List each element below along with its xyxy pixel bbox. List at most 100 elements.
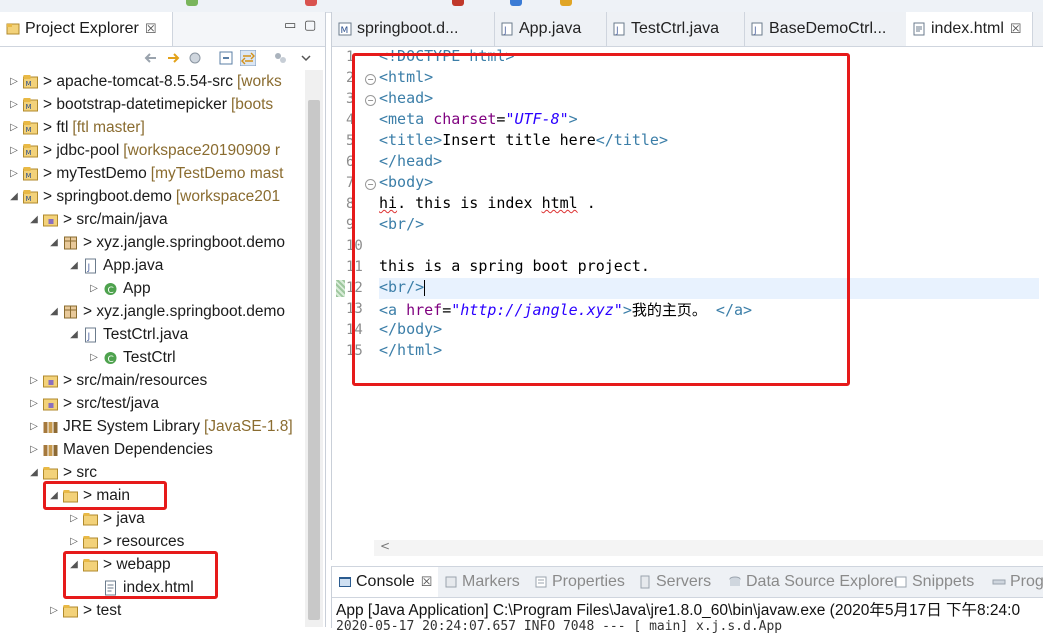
build-icon[interactable] <box>510 0 522 6</box>
editor-horizontal-scrollbar[interactable]: < <box>374 539 1043 556</box>
tab-servers[interactable]: Servers <box>632 567 711 597</box>
collapsed-arrow-icon[interactable]: ▷ <box>68 536 80 547</box>
collapsed-arrow-icon[interactable]: ▷ <box>28 444 40 455</box>
close-icon[interactable]: ☒ <box>1010 21 1022 37</box>
tab-springboot-demo[interactable]: M springboot.d... <box>332 12 495 46</box>
back-arrow-icon[interactable] <box>143 50 159 66</box>
debug-icon[interactable] <box>452 0 464 6</box>
scroll-left-icon[interactable]: < <box>380 539 390 553</box>
code-line-1: <!DOCTYPE html> <box>379 47 514 68</box>
svg-text:M: M <box>26 126 32 134</box>
collapsed-arrow-icon[interactable]: ▷ <box>8 122 20 133</box>
collapsed-arrow-icon[interactable]: ▷ <box>88 283 100 294</box>
scrollbar-thumb[interactable] <box>308 100 320 620</box>
expanded-arrow-icon[interactable]: ◢ <box>68 329 80 340</box>
focus-icon[interactable] <box>272 50 288 66</box>
tab-console[interactable]: Console ☒ <box>332 567 438 597</box>
expanded-arrow-icon[interactable]: ◢ <box>28 214 40 225</box>
tree-item[interactable]: ▷ M > ftl [ftl master] <box>8 116 145 139</box>
link-with-editor-icon[interactable] <box>240 50 256 66</box>
tree-item[interactable]: ▷ > java <box>68 507 145 530</box>
tab-testctrl-java[interactable]: J TestCtrl.java <box>606 12 745 46</box>
stop-icon[interactable] <box>305 0 317 6</box>
fold-toggle-icon[interactable]: − <box>365 179 376 190</box>
tree-item[interactable]: ▷ M > jdbc-pool [workspace20190909 r <box>8 139 280 162</box>
tree-item-label: > myTestDemo <box>43 164 147 182</box>
project-icon: M <box>23 74 38 88</box>
expanded-arrow-icon[interactable]: ◢ <box>68 260 80 271</box>
tree-item[interactable]: ▷ > test <box>48 599 121 622</box>
tag-token: </title> <box>595 131 668 149</box>
tab-progress[interactable]: Prog <box>986 567 1043 597</box>
tree-item[interactable]: ◢ > xyz.jangle.springboot.demo <box>48 300 285 323</box>
tree-item[interactable]: ▷ > src/main/resources <box>28 369 207 392</box>
tree-item[interactable]: ◢ > main <box>48 484 130 507</box>
tab-properties[interactable]: Properties <box>528 567 625 597</box>
expanded-arrow-icon[interactable]: ◢ <box>68 559 80 570</box>
tree-item[interactable]: ◢ > src <box>28 461 97 484</box>
svg-text:J: J <box>87 263 91 273</box>
package-icon[interactable] <box>560 0 572 6</box>
fold-toggle-icon[interactable]: − <box>365 95 376 106</box>
tab-snippets[interactable]: Snippets <box>888 567 974 597</box>
tab-markers[interactable]: Markers <box>438 567 520 597</box>
collapsed-arrow-icon[interactable]: ▷ <box>28 375 40 386</box>
expanded-arrow-icon[interactable]: ◢ <box>28 467 40 478</box>
tree-item-label: > jdbc-pool <box>43 141 120 159</box>
project-icon: M <box>23 97 38 111</box>
tree-item[interactable]: ◢ > xyz.jangle.springboot.demo <box>48 231 285 254</box>
minimize-icon[interactable]: ▭ <box>284 18 296 33</box>
tree-vertical-scrollbar[interactable] <box>305 70 323 627</box>
tab-app-java[interactable]: J App.java <box>494 12 607 46</box>
tab-index-html[interactable]: index.html ☒ <box>906 12 1033 46</box>
tree-item[interactable]: index.html <box>88 576 194 599</box>
tree-item-label: > bootstrap-datetimepicker <box>43 95 227 113</box>
collapsed-arrow-icon[interactable]: ▷ <box>8 99 20 110</box>
collapsed-arrow-icon[interactable]: ▷ <box>8 168 20 179</box>
tree-item[interactable]: ▷ M > myTestDemo [myTestDemo mast <box>8 162 283 185</box>
collapsed-arrow-icon[interactable]: ▷ <box>8 76 20 87</box>
line-number: 13 <box>346 301 363 317</box>
tree-item-label: Maven Dependencies <box>63 440 213 458</box>
tab-label: Markers <box>462 573 520 590</box>
expanded-arrow-icon[interactable]: ◢ <box>48 237 60 248</box>
tree-item[interactable]: ▷ Maven Dependencies <box>28 438 213 461</box>
collapsed-arrow-icon[interactable]: ▷ <box>48 605 60 616</box>
tree-item[interactable]: ◢ > webapp <box>68 553 171 576</box>
tree-item[interactable]: ▷ M > bootstrap-datetimepicker [boots <box>8 93 273 116</box>
fold-toggle-icon[interactable]: − <box>365 74 376 85</box>
tree-item[interactable]: ▷ JRE System Library [JavaSE-1.8] <box>28 415 293 438</box>
tree-item[interactable]: ▷ M > apache-tomcat-8.5.54-src [works <box>8 70 282 93</box>
view-menu-icon[interactable] <box>298 50 314 66</box>
expanded-arrow-icon[interactable]: ◢ <box>48 490 60 501</box>
source-folder-icon <box>43 375 58 387</box>
collapse-all-icon[interactable] <box>218 50 234 66</box>
tree-item[interactable]: ◢ J App.java <box>68 254 163 277</box>
console-panel: Console ☒ Markers Properties Servers Dat… <box>331 566 1043 634</box>
tree-item[interactable]: ◢ M > springboot.demo [workspace201 <box>8 185 280 208</box>
tree-item[interactable]: ◢ > src/main/java <box>28 208 168 231</box>
code-area[interactable]: <!DOCTYPE html> <html> <head> <meta char… <box>379 47 1039 547</box>
collapsed-arrow-icon[interactable]: ▷ <box>68 513 80 524</box>
tab-project-explorer[interactable]: Project Explorer ☒ <box>0 12 173 46</box>
tree-item[interactable]: ◢ J TestCtrl.java <box>68 323 188 346</box>
close-icon[interactable]: ☒ <box>145 22 157 37</box>
collapsed-arrow-icon[interactable]: ▷ <box>28 421 40 432</box>
close-icon[interactable]: ☒ <box>421 574 433 590</box>
tree-item[interactable]: ▷ C TestCtrl <box>88 346 175 369</box>
home-icon[interactable] <box>187 50 203 66</box>
collapsed-arrow-icon[interactable]: ▷ <box>88 352 100 363</box>
tree-item[interactable]: ▷ C App <box>88 277 150 300</box>
expanded-arrow-icon[interactable]: ◢ <box>8 191 20 202</box>
svg-text:M: M <box>341 26 349 36</box>
tab-data-source-explorer[interactable]: Data Source Explorer <box>722 567 899 597</box>
tab-basedemoctrl[interactable]: J BaseDemoCtrl... <box>744 12 907 46</box>
collapsed-arrow-icon[interactable]: ▷ <box>28 398 40 409</box>
collapsed-arrow-icon[interactable]: ▷ <box>8 145 20 156</box>
expanded-arrow-icon[interactable]: ◢ <box>48 306 60 317</box>
tree-item[interactable]: ▷ > resources <box>68 530 184 553</box>
forward-arrow-icon[interactable] <box>165 50 181 66</box>
tree-item[interactable]: ▷ > src/test/java <box>28 392 159 415</box>
maximize-icon[interactable]: ▢ <box>304 18 316 33</box>
run-icon[interactable] <box>186 0 198 6</box>
